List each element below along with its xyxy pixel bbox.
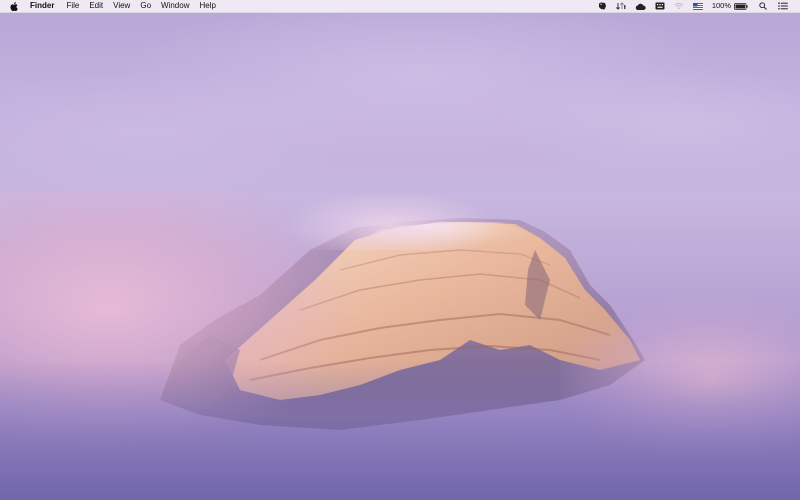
menu-go[interactable]: Go [140, 0, 151, 12]
desktop[interactable]: Finder File Edit View Go Window Help 100… [0, 0, 800, 500]
notification-center-icon[interactable] [778, 0, 788, 12]
menu-edit[interactable]: Edit [89, 0, 103, 12]
evernote-icon[interactable] [598, 0, 607, 12]
wallpaper-cloud-top [280, 190, 500, 250]
battery-icon [734, 2, 748, 10]
cloud-icon[interactable] [635, 0, 646, 12]
menu-bar: Finder File Edit View Go Window Help 100… [0, 0, 800, 13]
wallpaper-sky [0, 12, 800, 312]
keyboard-icon[interactable] [655, 0, 665, 12]
spotlight-search-icon[interactable] [759, 0, 767, 12]
battery-percent: 100% [711, 1, 731, 10]
network-activity-icon[interactable] [615, 0, 626, 12]
wallpaper-haze-right [560, 300, 800, 460]
menu-bar-status-area: 100% [589, 0, 800, 12]
wifi-icon[interactable] [674, 0, 684, 12]
menu-bar-left: Finder File Edit View Go Window Help [0, 0, 226, 12]
apple-logo-icon[interactable] [10, 1, 18, 11]
wallpaper-fog [0, 360, 800, 500]
menu-help[interactable]: Help [199, 0, 215, 12]
menu-window[interactable]: Window [161, 0, 189, 12]
battery-status[interactable]: 100% [712, 0, 748, 12]
wallpaper-haze-left [0, 190, 360, 450]
menu-file[interactable]: File [66, 0, 79, 12]
us-flag-input-icon[interactable] [692, 0, 703, 12]
menu-app-finder[interactable]: Finder [30, 0, 54, 12]
wallpaper-mountain [160, 218, 645, 430]
menu-view[interactable]: View [113, 0, 130, 12]
